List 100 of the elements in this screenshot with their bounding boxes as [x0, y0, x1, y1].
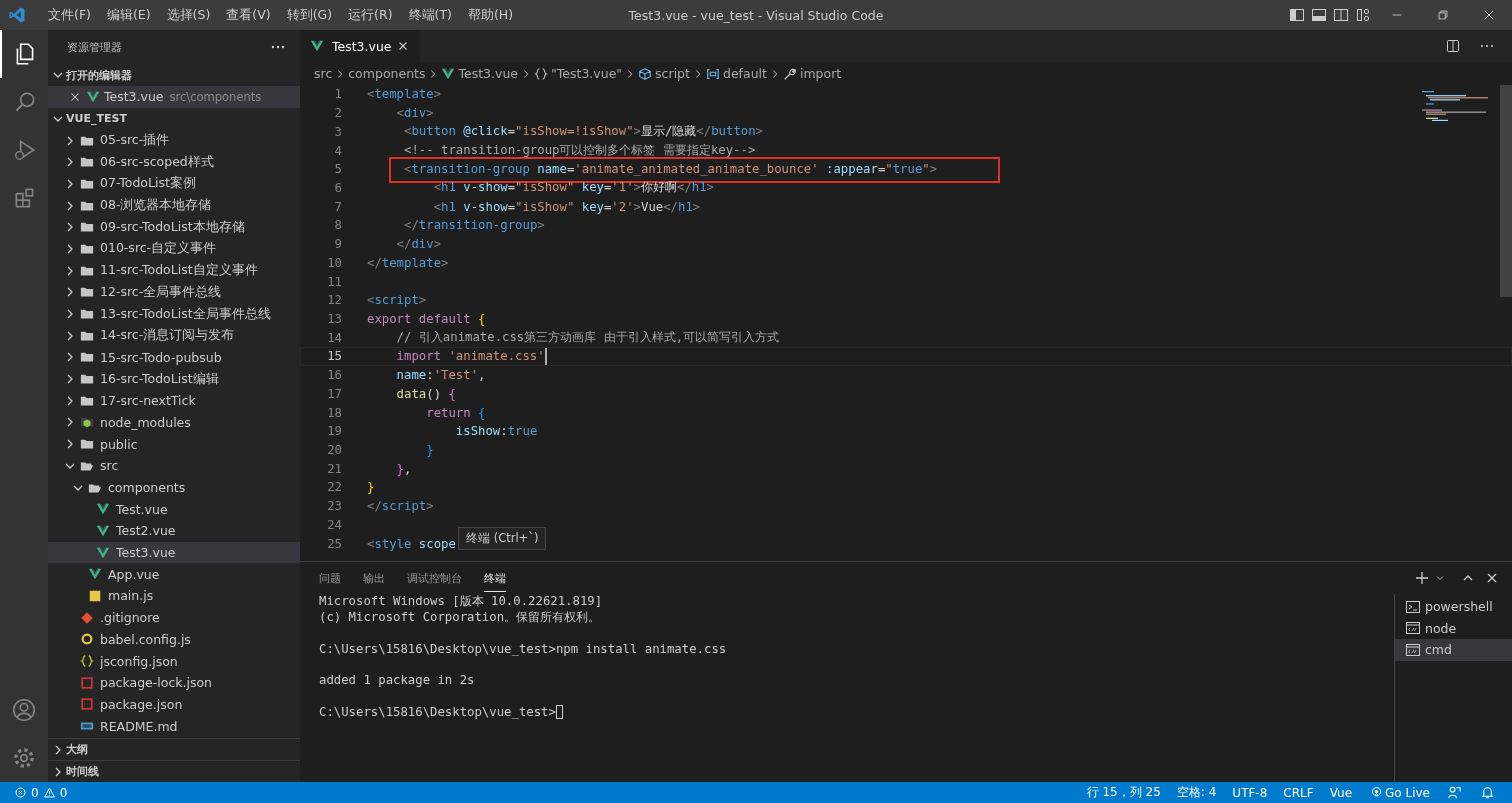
- status-item[interactable]: 空格: 4: [1176, 784, 1217, 801]
- tree-item[interactable]: public: [48, 433, 300, 455]
- tree-item[interactable]: package-lock.json: [48, 671, 300, 694]
- variable-icon: [705, 66, 720, 81]
- account-icon[interactable]: [11, 697, 37, 723]
- open-editor-item[interactable]: Test3.vue src\components: [48, 86, 300, 108]
- js-file-icon: [88, 588, 102, 603]
- menu-item[interactable]: 运行(R): [340, 6, 401, 24]
- customize-layout-icon[interactable]: [1355, 7, 1371, 23]
- panel-tab[interactable]: 终端: [484, 564, 506, 592]
- feedback-icon[interactable]: [1447, 785, 1462, 800]
- breadcrumb-item[interactable]: components: [348, 66, 426, 81]
- menu-item[interactable]: 查看(V): [218, 6, 279, 24]
- terminal-window-icon: [1405, 620, 1421, 637]
- status-item[interactable]: 行 15，列 25: [1086, 784, 1161, 801]
- tree-item[interactable]: App.vue: [48, 563, 300, 586]
- tree-item[interactable]: 09-src-TodoList本地存储: [48, 216, 300, 239]
- v-logo-icon: [441, 66, 456, 81]
- section-header[interactable]: 打开的编辑器: [48, 64, 300, 86]
- tree-item[interactable]: .gitignore: [48, 606, 300, 629]
- breadcrumb-item[interactable]: import: [799, 66, 842, 81]
- breadcrumb-item[interactable]: src: [314, 66, 333, 81]
- line-number: 5: [333, 162, 342, 177]
- problems-status[interactable]: 0 0: [12, 785, 68, 800]
- tree-item[interactable]: README.md: [48, 715, 300, 737]
- tree-item[interactable]: node_modules: [48, 411, 300, 434]
- code-line: <h1 v-show="isShow" key='2'>Vue</h1>: [432, 199, 701, 214]
- go-live-button[interactable]: Go Live: [1368, 785, 1430, 800]
- line-number: 8: [333, 218, 342, 233]
- tree-item[interactable]: 15-src-Todo-pubsub: [48, 346, 300, 369]
- status-item[interactable]: CRLF: [1283, 785, 1314, 800]
- menu-item[interactable]: 帮助(H): [459, 6, 522, 24]
- terminal-cursor: [555, 704, 563, 719]
- tree-item[interactable]: babel.config.js: [48, 628, 300, 651]
- status-item[interactable]: Vue: [1329, 785, 1353, 800]
- code-line: export default {: [367, 312, 486, 326]
- panel-tab[interactable]: 调试控制台: [407, 564, 462, 592]
- code-line: </transition-group>: [403, 218, 545, 233]
- tree-item[interactable]: Test.vue: [48, 498, 300, 521]
- section-header[interactable]: 大纲: [48, 738, 300, 760]
- line-number: 23: [326, 499, 342, 514]
- sidebar-title: 资源管理器: [67, 39, 122, 55]
- panel-tab[interactable]: 输出: [363, 564, 385, 592]
- tree-item[interactable]: package.json: [48, 693, 300, 716]
- panel-tab[interactable]: 问题: [319, 564, 341, 592]
- breadcrumb-item[interactable]: "Test3.vue": [551, 66, 623, 81]
- split-layout-icon[interactable]: [1333, 7, 1349, 23]
- plus-icon[interactable]: [1414, 570, 1430, 586]
- breadcrumb-item[interactable]: script: [655, 66, 690, 81]
- tree-item[interactable]: components: [48, 476, 300, 499]
- panel-layout-icon[interactable]: [1311, 7, 1327, 23]
- text-cursor: [544, 347, 547, 365]
- split-editor-icon[interactable]: [1445, 38, 1461, 54]
- broadcast-icon: [1370, 786, 1384, 799]
- code-line: <transition-group name='animate_animated_animate_bounce' :appear="true">: [403, 162, 938, 177]
- menu-item[interactable]: 文件(F): [40, 6, 99, 24]
- status-item[interactable]: UTF-8: [1232, 785, 1268, 800]
- tree-item[interactable]: 010-src-自定义事件: [48, 238, 300, 260]
- breadcrumb-item[interactable]: default: [722, 66, 767, 81]
- breadcrumb-item[interactable]: Test3.vue: [458, 66, 519, 81]
- tree-item[interactable]: 11-src-TodoList自定义事件: [48, 259, 300, 282]
- code-line: <button @click="isShow=!isShow">显示/隐藏</button>: [403, 123, 763, 141]
- tree-item[interactable]: 05-src-插件: [48, 129, 300, 152]
- restore-icon[interactable]: [1436, 8, 1450, 22]
- tree-item[interactable]: 07-TodoList案例: [48, 173, 300, 195]
- scrollbar[interactable]: [1500, 85, 1512, 297]
- menu-item[interactable]: 转到(G): [278, 6, 341, 24]
- code-line: }: [367, 480, 375, 495]
- sidebar-layout-icon[interactable]: [1289, 7, 1305, 23]
- tree-item[interactable]: 06-src-scoped样式: [48, 151, 300, 174]
- tree-item[interactable]: 12-src-全局事件总线: [48, 281, 300, 304]
- terminal-prompt-icon: [1405, 598, 1421, 615]
- line-number: 19: [326, 424, 342, 439]
- code-line: isShow:true: [454, 424, 538, 439]
- terminal-item[interactable]: powershell: [1395, 596, 1512, 618]
- settings-icon[interactable]: [11, 745, 37, 771]
- terminal-item[interactable]: cmd: [1395, 639, 1512, 661]
- tree-item[interactable]: src: [48, 455, 300, 477]
- section-header[interactable]: VUE_TEST: [48, 107, 300, 130]
- tree-item[interactable]: 16-src-TodoList编辑: [48, 368, 300, 390]
- terminal-item[interactable]: node: [1395, 617, 1512, 639]
- line-number: 18: [326, 405, 342, 420]
- close-icon[interactable]: [1482, 8, 1496, 22]
- code-line: data() {: [395, 386, 456, 401]
- tree-item[interactable]: 17-src-nextTick: [48, 389, 300, 412]
- menu-item[interactable]: 终端(T): [400, 6, 460, 24]
- tree-item[interactable]: 08-浏览器本地存储: [48, 194, 300, 217]
- tree-item[interactable]: 14-src-消息订阅与发布: [48, 324, 300, 347]
- menu-item[interactable]: 选择(S): [158, 6, 219, 24]
- editor-tab[interactable]: Test3.vue: [300, 30, 420, 62]
- line-number: 16: [326, 368, 342, 383]
- menu-item[interactable]: 编辑(E): [98, 6, 159, 24]
- bell-icon[interactable]: [1480, 785, 1495, 800]
- tree-item[interactable]: main.js: [48, 585, 300, 607]
- tree-item[interactable]: Test3.vue: [48, 541, 300, 564]
- line-number: 1: [333, 87, 342, 102]
- tree-item[interactable]: jsconfig.json: [48, 650, 300, 672]
- tree-item[interactable]: 13-src-TodoList全局事件总线: [48, 303, 300, 325]
- tree-item[interactable]: Test2.vue: [48, 520, 300, 542]
- tooltip: 终端 (Ctrl+`): [458, 527, 547, 550]
